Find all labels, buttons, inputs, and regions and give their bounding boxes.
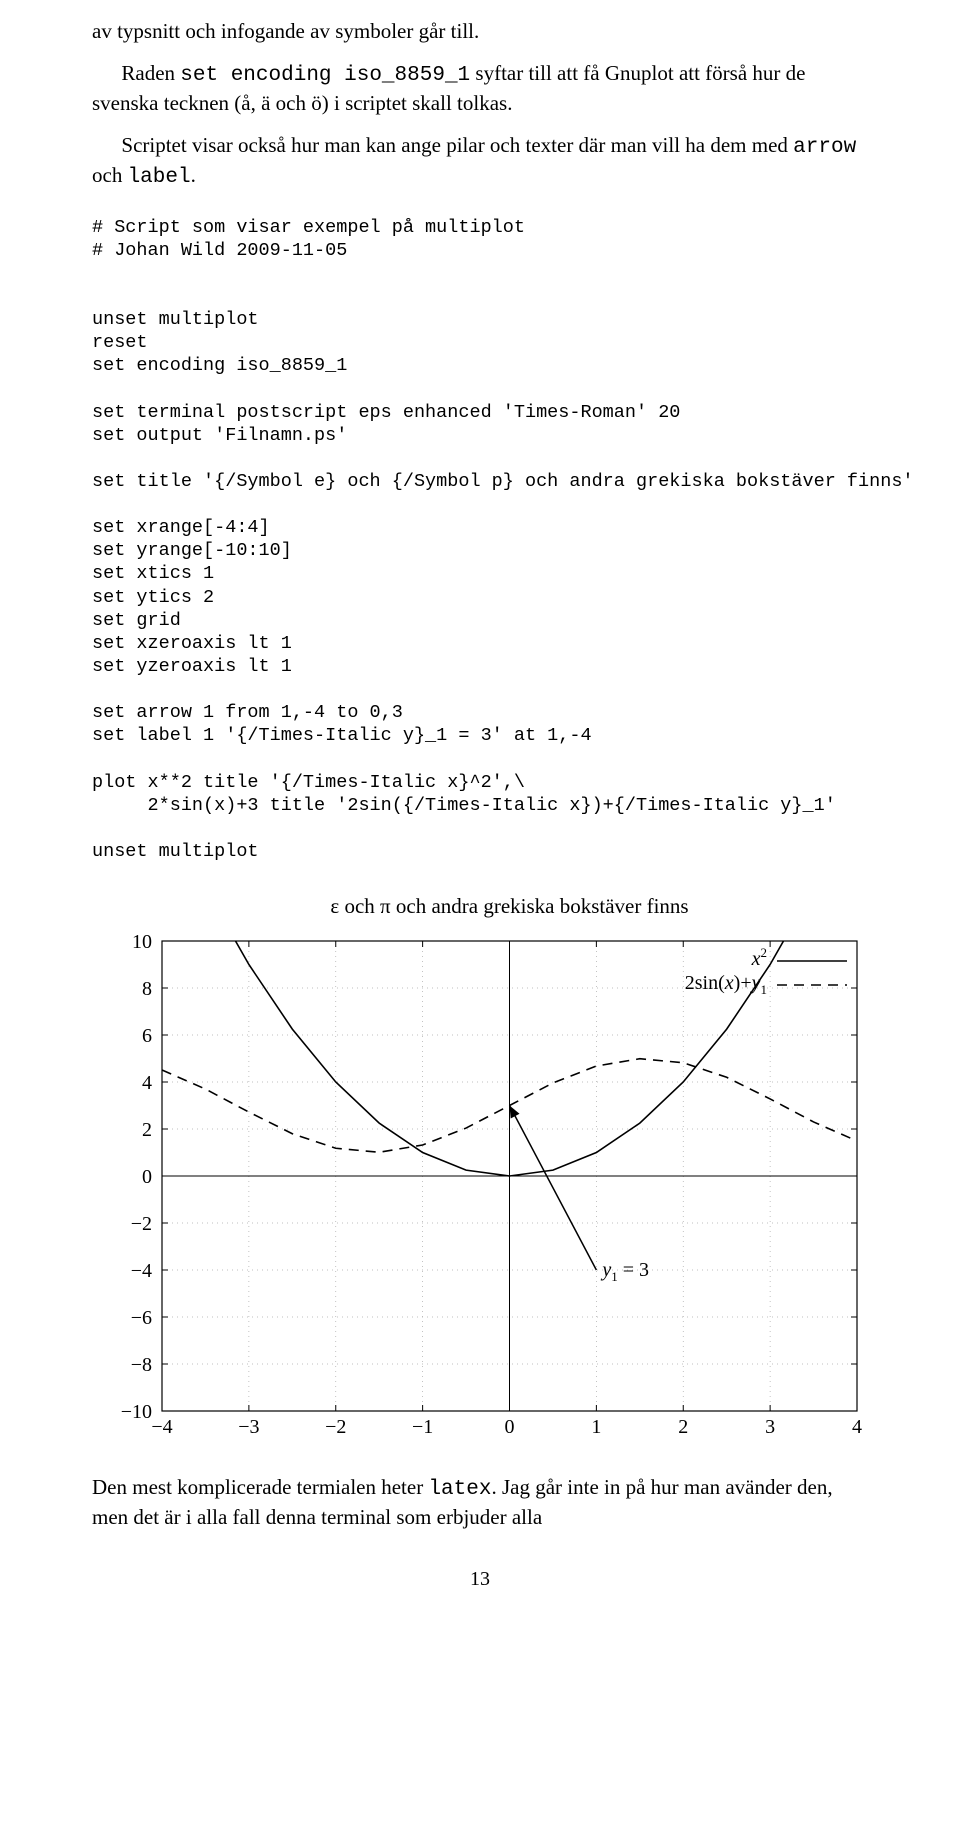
code-inline: label bbox=[128, 166, 191, 189]
paragraph-2: Raden set encoding iso_8859_1 syftar til… bbox=[92, 60, 868, 118]
code-inline: arrow bbox=[793, 136, 856, 159]
svg-text:6: 6 bbox=[142, 1025, 152, 1047]
code-inline: set encoding iso_8859_1 bbox=[180, 64, 470, 87]
chart-svg: ε och π och andra grekiska bokstäver fin… bbox=[92, 891, 867, 1451]
svg-text:4: 4 bbox=[142, 1072, 152, 1094]
svg-text:0: 0 bbox=[505, 1416, 515, 1438]
svg-text:2: 2 bbox=[678, 1416, 688, 1438]
chart: ε och π och andra grekiska bokstäver fin… bbox=[92, 891, 868, 1456]
svg-text:−10: −10 bbox=[121, 1401, 152, 1423]
svg-text:x2: x2 bbox=[751, 945, 767, 970]
page-number: 13 bbox=[92, 1568, 868, 1591]
text: av typsnitt och infogande av symboler gå… bbox=[92, 19, 479, 43]
text: Raden bbox=[121, 61, 180, 85]
svg-text:y1 = 3: y1 = 3 bbox=[600, 1259, 649, 1284]
text: Den mest komplicerade termialen heter bbox=[92, 1475, 428, 1499]
paragraph-1: av typsnitt och infogande av symboler gå… bbox=[92, 18, 868, 46]
text: Scriptet visar också hur man kan ange pi… bbox=[121, 133, 793, 157]
svg-text:2sin(x)+y1: 2sin(x)+y1 bbox=[685, 972, 767, 997]
svg-text:8: 8 bbox=[142, 978, 152, 1000]
svg-text:10: 10 bbox=[132, 931, 152, 953]
paragraph-4: Den mest komplicerade termialen heter la… bbox=[92, 1474, 868, 1532]
svg-text:0: 0 bbox=[142, 1166, 152, 1188]
paragraph-3: Scriptet visar också hur man kan ange pi… bbox=[92, 132, 868, 192]
svg-text:−1: −1 bbox=[412, 1416, 433, 1438]
svg-text:−2: −2 bbox=[325, 1416, 346, 1438]
svg-text:1: 1 bbox=[591, 1416, 601, 1438]
svg-text:−2: −2 bbox=[131, 1213, 152, 1235]
svg-text:3: 3 bbox=[765, 1416, 775, 1438]
svg-text:−4: −4 bbox=[151, 1416, 172, 1438]
svg-text:ε och π och andra grekiska bok: ε och π och andra grekiska bokstäver fin… bbox=[330, 894, 688, 918]
text: . bbox=[191, 163, 196, 187]
svg-text:2: 2 bbox=[142, 1119, 152, 1141]
text: och bbox=[92, 163, 128, 187]
svg-text:−6: −6 bbox=[131, 1307, 152, 1329]
svg-text:−4: −4 bbox=[131, 1260, 152, 1282]
code-block: # Script som visar exempel på multiplot … bbox=[92, 216, 868, 864]
svg-text:−3: −3 bbox=[238, 1416, 259, 1438]
code-inline: latex bbox=[428, 1478, 491, 1501]
svg-text:−8: −8 bbox=[131, 1354, 152, 1376]
svg-text:4: 4 bbox=[852, 1416, 862, 1438]
